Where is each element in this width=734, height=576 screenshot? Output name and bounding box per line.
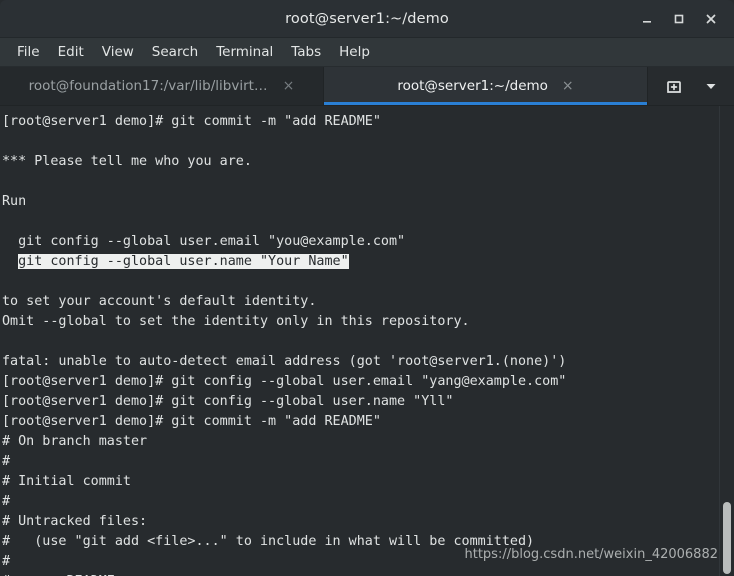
menu-item-edit[interactable]: Edit bbox=[49, 41, 93, 63]
terminal-line: # (use "git add <file>..." to include in… bbox=[2, 534, 535, 549]
maximize-button[interactable] bbox=[664, 4, 694, 34]
tab-close-icon[interactable]: × bbox=[283, 79, 295, 93]
tab-foundation17[interactable]: root@foundation17:/var/lib/libvirt/i… × bbox=[0, 67, 324, 105]
terminal-line: *** Please tell me who you are. bbox=[2, 154, 252, 169]
menu-item-terminal[interactable]: Terminal bbox=[207, 41, 282, 63]
terminal-scrollbar[interactable] bbox=[719, 106, 734, 576]
window-title: root@server1:~/demo bbox=[285, 10, 449, 27]
tab-label: root@server1:~/demo bbox=[397, 78, 548, 94]
tab-label: root@foundation17:/var/lib/libvirt/i… bbox=[28, 78, 269, 94]
minimize-button[interactable] bbox=[632, 4, 662, 34]
terminal-line: to set your account's default identity. bbox=[2, 294, 317, 309]
terminal-line: # Initial commit bbox=[2, 474, 131, 489]
terminal-line: git config --global user.name "Your Name… bbox=[2, 252, 719, 272]
menu-item-help[interactable]: Help bbox=[330, 41, 379, 63]
terminal-line: [root@server1 demo]# git config --global… bbox=[2, 394, 454, 409]
terminal-line: # bbox=[2, 454, 11, 469]
window-controls bbox=[632, 0, 726, 37]
terminal-line: # bbox=[2, 554, 11, 569]
terminal-line: # Untracked files: bbox=[2, 514, 148, 529]
menu-item-tabs[interactable]: Tabs bbox=[282, 41, 330, 63]
menubar: File Edit View Search Terminal Tabs Help bbox=[0, 38, 734, 67]
terminal-line: # README bbox=[2, 572, 719, 576]
tabbar: root@foundation17:/var/lib/libvirt/i… × … bbox=[0, 67, 734, 106]
tabbar-tools bbox=[648, 67, 734, 105]
chevron-down-icon[interactable] bbox=[704, 79, 718, 93]
terminal-line: # On branch master bbox=[2, 434, 148, 449]
terminal-window: root@server1:~/demo File Edit View Searc… bbox=[0, 0, 734, 576]
terminal-line: fatal: unable to auto-detect email addre… bbox=[2, 354, 567, 369]
terminal-body: [root@server1 demo]# git commit -m "add … bbox=[0, 106, 734, 576]
terminal-line: # bbox=[2, 494, 11, 509]
terminal-line: Omit --global to set the identity only i… bbox=[2, 314, 470, 329]
selected-text: git config --global user.name "Your Name… bbox=[18, 254, 349, 269]
terminal-line: git config --global user.email "you@exam… bbox=[2, 234, 406, 249]
terminal-line: [root@server1 demo]# git commit -m "add … bbox=[2, 114, 381, 129]
terminal-output[interactable]: [root@server1 demo]# git commit -m "add … bbox=[0, 106, 719, 576]
titlebar: root@server1:~/demo bbox=[0, 0, 734, 38]
close-button[interactable] bbox=[696, 4, 726, 34]
menu-item-file[interactable]: File bbox=[8, 41, 49, 63]
menu-item-view[interactable]: View bbox=[93, 41, 143, 63]
terminal-line: Run bbox=[2, 194, 27, 209]
tab-close-icon[interactable]: × bbox=[562, 79, 574, 93]
terminal-line: [root@server1 demo]# git commit -m "add … bbox=[2, 414, 381, 429]
tab-server1-demo[interactable]: root@server1:~/demo × bbox=[324, 67, 648, 105]
terminal-line: [root@server1 demo]# git config --global… bbox=[2, 374, 567, 389]
menu-item-search[interactable]: Search bbox=[143, 41, 207, 63]
scrollbar-thumb[interactable] bbox=[723, 502, 731, 574]
new-tab-icon[interactable] bbox=[665, 77, 683, 95]
